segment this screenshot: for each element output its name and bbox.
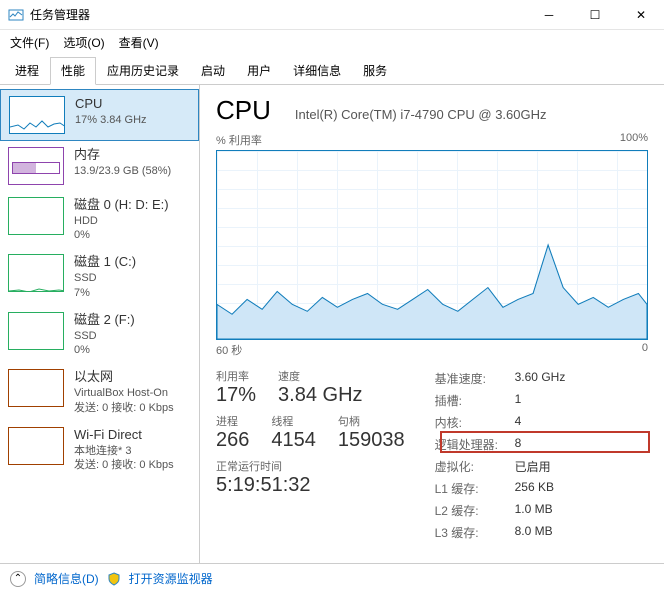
app-icon <box>8 7 24 23</box>
cpu-model: Intel(R) Core(TM) i7-4790 CPU @ 3.60GHz <box>295 107 547 122</box>
speed-value: 3.84 GHz <box>278 384 362 407</box>
thread-value: 4154 <box>271 429 316 452</box>
sidebar-item-label: 以太网 <box>74 369 174 386</box>
sidebar-item-cpu[interactable]: CPU17% 3.84 GHz <box>0 89 199 141</box>
virtualization-value: 已启用 <box>515 458 566 475</box>
tab-startup[interactable]: 启动 <box>190 57 236 84</box>
chevron-up-icon[interactable]: ⌃ <box>10 571 26 587</box>
util-label: 利用率 <box>216 368 256 384</box>
sidebar-item-label: 磁盘 0 (H: D: E:) <box>74 197 169 214</box>
menu-file[interactable]: 文件(F) <box>10 34 49 51</box>
memory-thumb-icon <box>8 147 64 185</box>
chart-ylabel: % 利用率 <box>216 132 262 148</box>
virtualization-label: 虚拟化: <box>435 458 515 475</box>
chart-xright: 0 <box>642 342 648 358</box>
tab-performance[interactable]: 性能 <box>50 57 96 85</box>
menu-options[interactable]: 选项(O) <box>63 34 104 51</box>
sidebar-item-wifi[interactable]: Wi-Fi Direct本地连接* 3发送: 0 接收: 0 Kbps <box>0 421 199 478</box>
sidebar-item-label: CPU <box>75 96 147 113</box>
sidebar-item-disk0[interactable]: 磁盘 0 (H: D: E:)HDD0% <box>0 191 199 248</box>
disk-thumb-icon <box>8 197 64 235</box>
open-resource-monitor-link[interactable]: 打开资源监视器 <box>129 570 213 587</box>
thread-label: 线程 <box>271 413 316 429</box>
close-button[interactable]: ✕ <box>618 0 664 30</box>
chart-xleft: 60 秒 <box>216 342 242 358</box>
ethernet-thumb-icon <box>8 369 64 407</box>
speed-label: 速度 <box>278 368 362 384</box>
proc-label: 进程 <box>216 413 249 429</box>
sidebar-item-label: 磁盘 2 (F:) <box>74 312 135 329</box>
disk-thumb-icon <box>8 312 64 350</box>
shield-icon <box>107 572 121 586</box>
brief-info-link[interactable]: 简略信息(D) <box>34 570 99 587</box>
uptime-label: 正常运行时间 <box>216 458 405 474</box>
page-title: CPU <box>216 95 271 126</box>
main-panel: CPU Intel(R) Core(TM) i7-4790 CPU @ 3.60… <box>200 85 664 563</box>
cpu-chart <box>216 150 648 340</box>
sidebar-item-ethernet[interactable]: 以太网VirtualBox Host-On发送: 0 接收: 0 Kbps <box>0 363 199 420</box>
handle-value: 159038 <box>338 429 405 452</box>
menubar: 文件(F) 选项(O) 查看(V) <box>0 30 664 55</box>
sidebar: CPU17% 3.84 GHz 内存13.9/23.9 GB (58%) 磁盘 … <box>0 85 200 563</box>
handle-label: 句柄 <box>338 413 405 429</box>
wifi-thumb-icon <box>8 427 64 465</box>
tabs: 进程 性能 应用历史记录 启动 用户 详细信息 服务 <box>0 57 664 85</box>
sidebar-item-disk2[interactable]: 磁盘 2 (F:)SSD0% <box>0 306 199 363</box>
tab-users[interactable]: 用户 <box>236 57 282 84</box>
maximize-button[interactable]: ☐ <box>572 0 618 30</box>
tab-services[interactable]: 服务 <box>352 57 398 84</box>
proc-value: 266 <box>216 429 249 452</box>
cpu-info-table: 基准速度:3.60 GHz 插槽:1 内核:4 逻辑处理器:8 虚拟化:已启用 … <box>435 370 566 541</box>
util-value: 17% <box>216 384 256 407</box>
menu-view[interactable]: 查看(V) <box>119 34 159 51</box>
tab-app-history[interactable]: 应用历史记录 <box>96 57 190 84</box>
uptime-value: 5:19:51:32 <box>216 474 405 497</box>
tab-processes[interactable]: 进程 <box>4 57 50 84</box>
tab-details[interactable]: 详细信息 <box>282 57 352 84</box>
sidebar-item-disk1[interactable]: 磁盘 1 (C:)SSD7% <box>0 248 199 305</box>
sidebar-item-label: 内存 <box>74 147 171 164</box>
sidebar-item-label: Wi-Fi Direct <box>74 427 174 444</box>
chart-ymax: 100% <box>620 132 648 148</box>
minimize-button[interactable]: ─ <box>526 0 572 30</box>
cpu-thumb-icon <box>9 96 65 134</box>
sidebar-item-label: 磁盘 1 (C:) <box>74 254 136 271</box>
sidebar-item-memory[interactable]: 内存13.9/23.9 GB (58%) <box>0 141 199 191</box>
disk-thumb-icon <box>8 254 64 292</box>
window-title: 任务管理器 <box>30 6 526 23</box>
